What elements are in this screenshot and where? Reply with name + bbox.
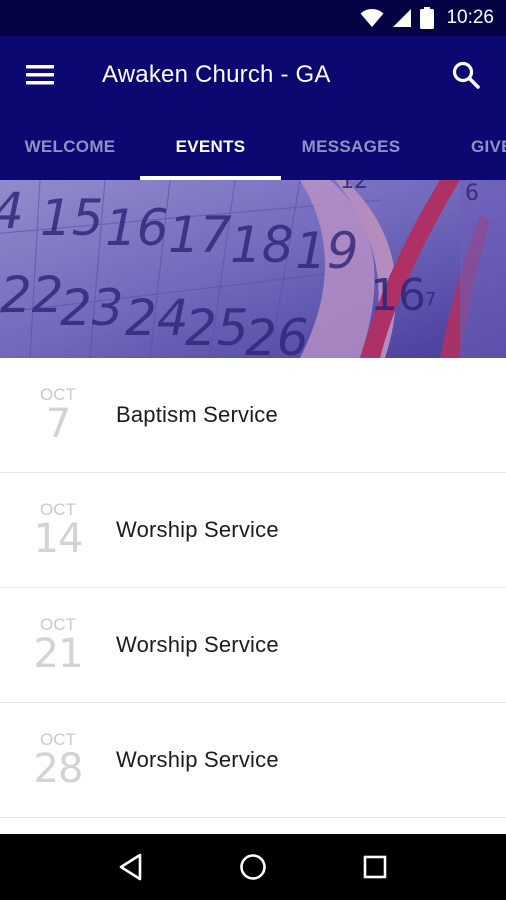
wifi-icon — [360, 9, 384, 27]
system-nav-bar — [0, 834, 506, 900]
event-day: 21 — [33, 631, 84, 677]
back-button[interactable] — [101, 837, 161, 897]
event-title: Worship Service — [116, 517, 279, 542]
tab-welcome[interactable]: WELCOME — [0, 114, 140, 180]
event-title: Worship Service — [116, 747, 279, 772]
tab-label: MESSAGES — [301, 137, 401, 156]
calendar-illustration: 4 15 16 17 18 19 22 23 24 25 26 16 6 7 1… — [0, 180, 506, 358]
tab-bar: WELCOME EVENTS MESSAGES GIVE — [0, 114, 506, 180]
home-button[interactable] — [223, 837, 283, 897]
event-item[interactable]: OCT 7 Baptism Service — [0, 358, 506, 473]
back-icon — [119, 853, 142, 881]
tab-events[interactable]: EVENTS — [140, 114, 281, 180]
tab-give[interactable]: GIVE — [471, 114, 506, 180]
tab-label: EVENTS — [175, 137, 246, 156]
battery-icon — [420, 7, 435, 29]
event-item[interactable]: OCT 14 Worship Service — [0, 473, 506, 588]
tab-label: WELCOME — [24, 137, 116, 156]
event-date: OCT 21 — [0, 616, 116, 677]
events-list: OCT 7 Baptism Service OCT 14 Worship Ser… — [0, 358, 506, 818]
menu-button[interactable] — [0, 36, 80, 114]
event-day: 28 — [33, 746, 84, 792]
recents-button[interactable] — [345, 837, 405, 897]
home-icon — [240, 854, 266, 880]
event-title: Baptism Service — [116, 402, 278, 427]
tab-label: GIVE — [471, 137, 506, 156]
search-icon — [452, 61, 480, 89]
event-day: 14 — [33, 516, 84, 562]
search-button[interactable] — [426, 36, 506, 114]
status-bar: 10:26 — [0, 0, 506, 36]
calendar-banner-image: 4 15 16 17 18 19 22 23 24 25 26 16 6 7 1… — [0, 180, 506, 358]
event-item[interactable]: OCT 28 Worship Service — [0, 703, 506, 818]
recents-icon — [363, 855, 387, 879]
app-title: Awaken Church - GA — [102, 61, 331, 88]
cell-signal-icon — [393, 9, 412, 27]
event-date: OCT 7 — [0, 386, 116, 447]
event-title: Worship Service — [116, 632, 279, 657]
hamburger-menu-icon — [26, 65, 54, 85]
event-day: 7 — [45, 401, 71, 447]
status-time: 10:26 — [446, 7, 494, 28]
event-date: OCT 28 — [0, 731, 116, 792]
app-bar: Awaken Church - GA — [0, 36, 506, 114]
tab-messages[interactable]: MESSAGES — [281, 114, 421, 180]
event-date: OCT 14 — [0, 501, 116, 562]
event-item[interactable]: OCT 21 Worship Service — [0, 588, 506, 703]
